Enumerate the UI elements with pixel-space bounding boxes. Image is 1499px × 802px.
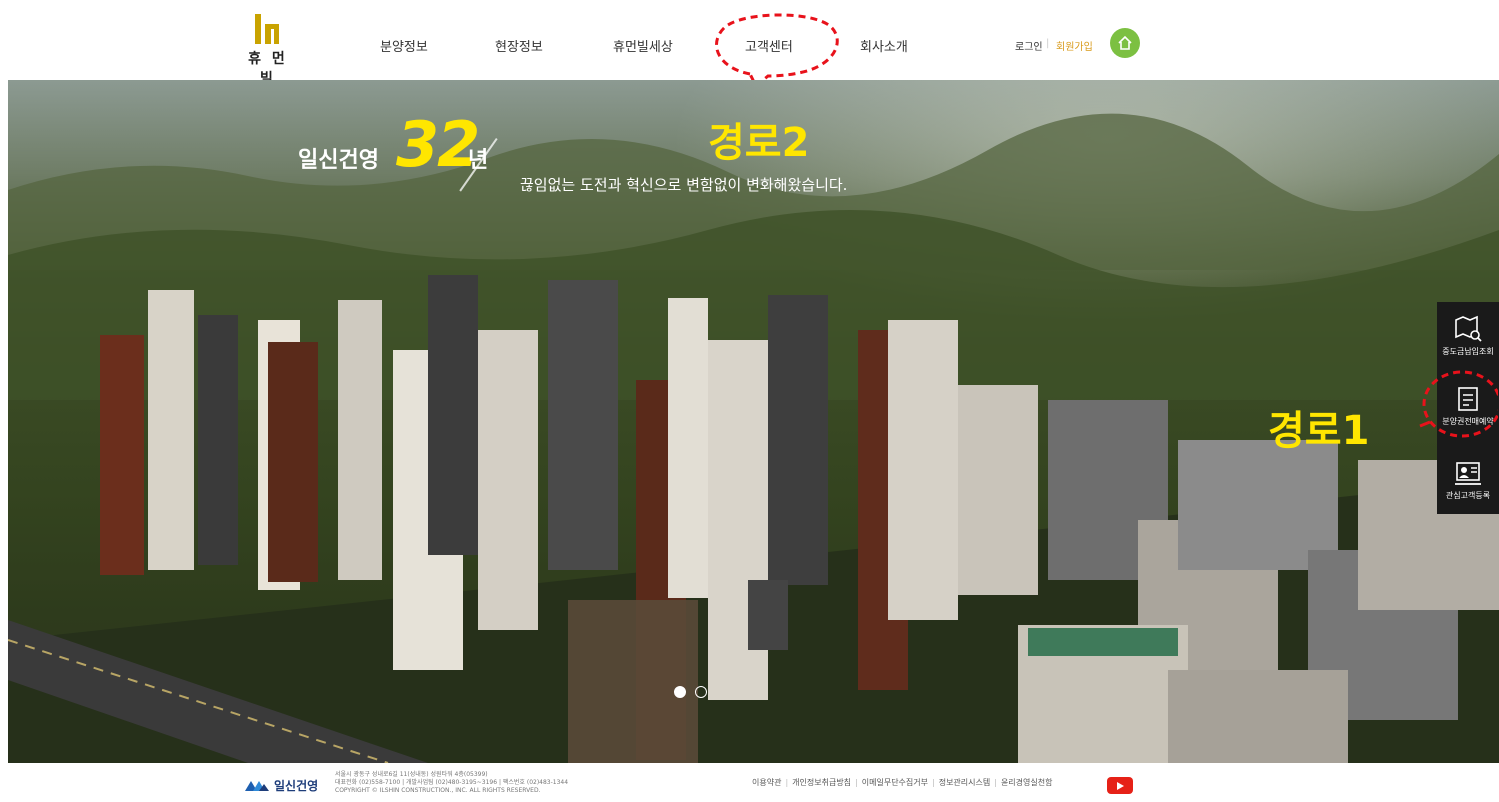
footer-separator: | [932, 778, 935, 787]
footer-logo[interactable]: 일신건영 [244, 777, 318, 794]
map-search-icon [1455, 315, 1482, 342]
quick-menu-payment-inquiry[interactable]: 중도금납입조회 [1437, 304, 1499, 370]
company-logo-icon [245, 780, 269, 791]
quick-menu-resale-reservation[interactable]: 분양권전매예약 [1437, 374, 1499, 440]
nav-item-site-info[interactable]: 현장정보 [495, 36, 543, 55]
document-edit-icon [1458, 387, 1478, 411]
footer-separator: | [994, 778, 997, 787]
footer-separator: | [855, 778, 858, 787]
nav-item-company-intro[interactable]: 회사소개 [860, 36, 908, 55]
footer-links: 이용약관 | 개인정보취급방침 | 이메일무단수집거부 | 정보관리시스템 | 윤리경영실천함 [752, 777, 1052, 788]
nav-item-customer-center[interactable]: 고객센터 [745, 36, 793, 55]
site-header: 휴 먼 빌 분양정보 현장정보 휴먼빌세상 고객센터 회사소개 로그인 | 회원… [0, 0, 1499, 88]
footer-link-terms[interactable]: 이용약관 [752, 778, 781, 787]
quick-menu-interest-register[interactable]: 관심고객등록 [1437, 448, 1499, 514]
slogan-number: 32 [396, 108, 480, 181]
slide-dot-1[interactable] [674, 686, 686, 698]
footer-link-email-refusal[interactable]: 이메일무단수집거부 [862, 778, 928, 787]
footer-address-line2: 대표전화 (02)558-7100 | 개발사업팀 (02)480-3195~3… [335, 779, 569, 786]
footer-separator: | [785, 778, 789, 787]
quick-menu: 중도금납입조회 분양권전매예약 관심고객등록 [1437, 302, 1499, 514]
quick-menu-label-1: 중도금납입조회 [1442, 347, 1494, 356]
footer-address-line1: 서울시 광동구 성내로6길 11(성내동) 성원타워 4층(05399) [335, 771, 488, 778]
home-icon [1118, 35, 1132, 50]
footer-link-ethics[interactable]: 윤리경영실천함 [1001, 778, 1053, 787]
footer-link-info-system[interactable]: 정보관리시스템 [939, 778, 991, 787]
footer-address: 서울시 광동구 성내로6길 11(성내동) 성원타워 4층(05399) 대표전… [335, 771, 568, 795]
youtube-button[interactable] [1107, 777, 1133, 794]
footer-copyright: COPYRIGHT © ILSHIN CONSTRUCTION., INC. A… [335, 787, 541, 794]
footer-link-privacy[interactable]: 개인정보취급방침 [792, 778, 851, 787]
youtube-play-icon [1117, 781, 1124, 790]
slogan-subtitle: 끊임없는 도전과 혁신으로 변함없이 변화해왔습니다. [520, 176, 848, 194]
nav-item-humanvil-world[interactable]: 휴먼빌세상 [613, 36, 673, 55]
brand-logo[interactable]: 휴 먼 빌 [238, 14, 298, 88]
slide-dot-2[interactable] [695, 686, 708, 698]
annotation-route1: 경로1 [1268, 408, 1370, 454]
login-link[interactable]: 로그인 [1015, 38, 1043, 53]
quick-menu-label-3: 관심고객등록 [1445, 491, 1491, 500]
hero-slide: 일신건영 32 년 끊임없는 도전과 혁신으로 변함없이 변화해왔습니다. 경로… [8, 80, 1499, 763]
slogan-unit: 년 [468, 148, 489, 173]
slide-pagination [674, 683, 711, 702]
join-link[interactable]: 회원가입 [1056, 38, 1093, 53]
site-footer: 일신건영 서울시 광동구 성내로6길 11(성내동) 성원타워 4층(05399… [0, 763, 1499, 802]
footer-company-name: 일신건영 [274, 779, 319, 793]
nav-item-sales-info[interactable]: 분양정보 [380, 36, 428, 55]
annotation-route2: 경로2 [708, 120, 810, 166]
quick-menu-label-2: 분양권전매예약 [1442, 417, 1494, 426]
home-button[interactable] [1110, 28, 1140, 58]
slogan-prefix: 일신건영 [298, 148, 379, 173]
logo-mark-icon [255, 14, 279, 44]
person-card-icon [1455, 462, 1481, 485]
util-separator: | [1046, 38, 1050, 49]
